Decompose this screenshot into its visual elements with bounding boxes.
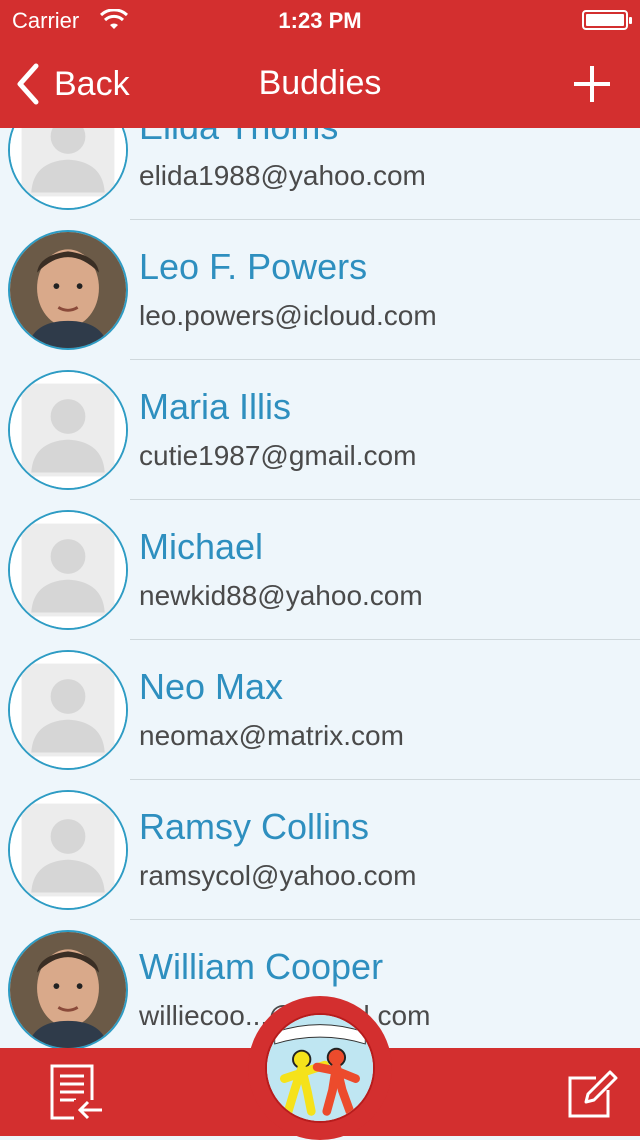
contact-row[interactable]: Leo F. Powers leo.powers@icloud.com xyxy=(0,220,640,360)
page-title: Buddies xyxy=(258,64,382,102)
plus-icon xyxy=(574,66,610,102)
contact-email: ramsycol@yahoo.com xyxy=(139,860,417,891)
avatar xyxy=(8,930,128,1048)
contact-name: Michael xyxy=(139,526,264,567)
import-list-icon xyxy=(50,1064,104,1120)
contact-name: Neo Max xyxy=(139,666,284,707)
add-buddy-button[interactable] xyxy=(568,60,616,108)
status-bar: Carrier 1:23 PM xyxy=(0,0,640,40)
avatar xyxy=(8,128,128,210)
contact-email: leo.powers@icloud.com xyxy=(139,300,437,331)
contact-email: neomax@matrix.com xyxy=(139,720,404,751)
avatar xyxy=(8,370,128,490)
contact-row[interactable]: Maria Illis cutie1987@gmail.com xyxy=(0,360,640,500)
buddies-list[interactable]: Elida Thoms elida1988@yahoo.com Leo F. Pow… xyxy=(0,128,640,1048)
buddies-home-button[interactable] xyxy=(248,996,392,1140)
contact-row[interactable]: Elida Thoms elida1988@yahoo.com xyxy=(0,128,640,220)
contact-name: William Cooper xyxy=(139,946,384,987)
buddies-rows: Elida Thoms elida1988@yahoo.com Leo F. Pow… xyxy=(0,128,640,1048)
contact-name: Maria Illis xyxy=(139,386,292,427)
top-bar: Carrier 1:23 PM Back Buddies xyxy=(0,0,640,128)
avatar xyxy=(8,230,128,350)
status-time: 1:23 PM xyxy=(278,8,362,33)
contact-row[interactable]: Michael newkid88@yahoo.com xyxy=(0,500,640,640)
contact-row[interactable]: Ramsy Collins ramsycol@yahoo.com xyxy=(0,780,640,920)
avatar xyxy=(8,790,128,910)
compose-button[interactable] xyxy=(566,1068,618,1120)
contact-row[interactable]: Neo Max neomax@matrix.com xyxy=(0,640,640,780)
avatar xyxy=(8,510,128,630)
navigation-bar: Back Buddies xyxy=(0,40,640,128)
contact-name: Leo F. Powers xyxy=(139,246,368,287)
contact-name: Ramsy Collins xyxy=(139,806,370,847)
avatar xyxy=(8,650,128,770)
buddies-logo xyxy=(265,1013,375,1123)
battery-icon xyxy=(582,10,632,30)
contact-email: elida1988@yahoo.com xyxy=(139,160,426,191)
contact-email: cutie1987@gmail.com xyxy=(139,440,417,471)
import-list-button[interactable] xyxy=(50,1064,106,1122)
contact-email: newkid88@yahoo.com xyxy=(139,580,423,611)
compose-icon xyxy=(568,1070,618,1118)
contact-name: Elida Thoms xyxy=(139,128,338,148)
